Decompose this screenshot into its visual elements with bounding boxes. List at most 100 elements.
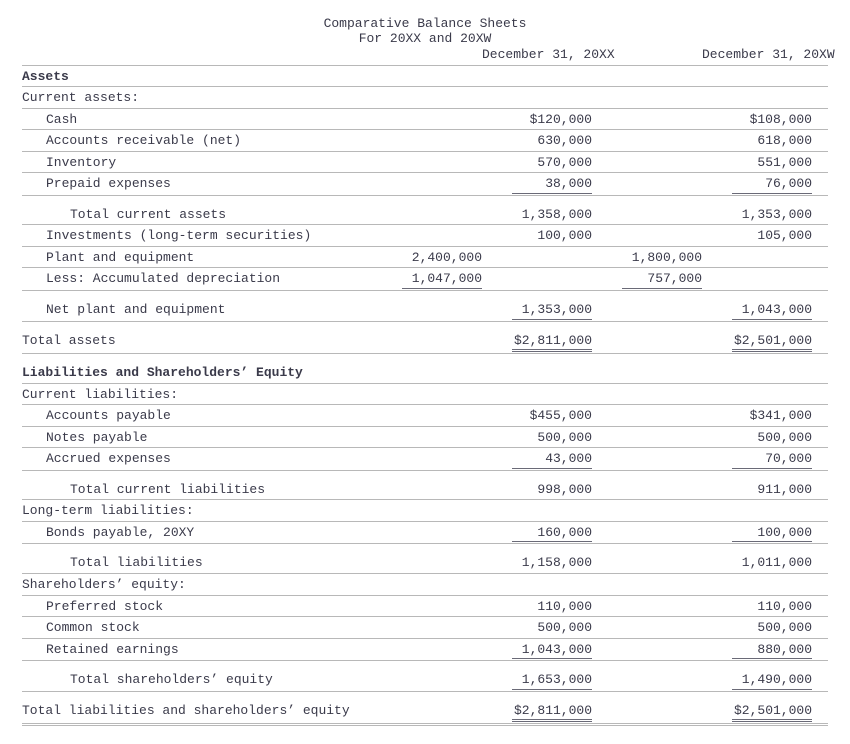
assets-header: Assets <box>22 68 372 86</box>
current-assets-label: Current assets: <box>22 89 372 107</box>
divider-icon <box>22 108 828 109</box>
divider-icon <box>22 86 828 87</box>
value-ar-b: 618,000 <box>702 132 812 150</box>
value-accrued-a: 43,000 <box>482 450 592 468</box>
label-accrued: Accrued expenses <box>22 450 372 468</box>
rule-row <box>22 288 828 289</box>
value-netplant-b: 1,043,000 <box>702 301 812 319</box>
value-cash-b: $108,000 <box>702 111 812 129</box>
label-inventory: Inventory <box>22 154 372 172</box>
divider-icon <box>22 321 828 322</box>
label-total-liab: Total liabilities <box>22 554 372 572</box>
label-plant-equipment: Plant and equipment <box>22 249 372 267</box>
rule-row <box>22 658 828 659</box>
divider-icon <box>22 129 828 130</box>
value-retained-a: 1,043,000 <box>482 641 592 659</box>
value-common-a: 500,000 <box>482 619 592 637</box>
table-row: Inventory 570,000 551,000 <box>22 154 828 172</box>
divider-icon <box>22 499 828 500</box>
value-ar-a: 630,000 <box>482 132 592 150</box>
value-total-liab-se-b: $2,501,000 <box>702 702 812 720</box>
table-row: Common stock 500,000 500,000 <box>22 619 828 637</box>
label-total-se: Total shareholders’ equity <box>22 671 372 689</box>
divider-icon <box>22 383 828 384</box>
table-row: Total current assets 1,358,000 1,353,000 <box>22 206 828 224</box>
value-inventory-a: 570,000 <box>482 154 592 172</box>
label-prepaid: Prepaid expenses <box>22 175 372 193</box>
value-common-b: 500,000 <box>702 619 812 637</box>
divider-icon <box>22 151 828 152</box>
value-retained-b: 880,000 <box>702 641 812 659</box>
divider-icon <box>22 638 828 639</box>
value-total-se-a: 1,653,000 <box>482 671 592 689</box>
divider-icon <box>22 470 828 471</box>
value-pref-a: 110,000 <box>482 598 592 616</box>
value-depr-b-sub: 757,000 <box>592 270 702 288</box>
divider-icon <box>22 595 828 596</box>
divider-icon <box>22 691 828 692</box>
value-netplant-a: 1,353,000 <box>482 301 592 319</box>
divider-icon <box>22 65 828 66</box>
divider-icon <box>22 224 828 225</box>
column-headers: December 31, 20XX December 31, 20XW <box>22 46 828 64</box>
divider-icon <box>22 616 828 617</box>
table-row: Total assets $2,811,000 $2,501,000 <box>22 332 828 350</box>
divider-icon <box>22 267 828 268</box>
table-row: Less: Accumulated depreciation 1,047,000… <box>22 270 828 288</box>
table-row: Notes payable 500,000 500,000 <box>22 429 828 447</box>
table-row: Total liabilities 1,158,000 1,011,000 <box>22 554 828 572</box>
value-prepaid-b: 76,000 <box>702 175 812 193</box>
label-total-assets: Total assets <box>22 332 372 350</box>
value-tcl-a: 998,000 <box>482 481 592 499</box>
label-notes-payable: Notes payable <box>22 429 372 447</box>
value-total-assets-b: $2,501,000 <box>702 332 812 350</box>
label-common: Common stock <box>22 619 372 637</box>
value-ap-a: $455,000 <box>482 407 592 425</box>
table-row: Bonds payable, 20XY 160,000 100,000 <box>22 524 828 542</box>
value-bonds-b: 100,000 <box>702 524 812 542</box>
table-row: Accrued expenses 43,000 70,000 <box>22 450 828 468</box>
value-pref-b: 110,000 <box>702 598 812 616</box>
value-plant-b-sub: 1,800,000 <box>592 249 702 267</box>
table-row: Accounts payable $455,000 $341,000 <box>22 407 828 425</box>
label-preferred: Preferred stock <box>22 598 372 616</box>
label-bonds: Bonds payable, 20XY <box>22 524 372 542</box>
divider-icon <box>22 404 828 405</box>
value-inventory-b: 551,000 <box>702 154 812 172</box>
value-bonds-a: 160,000 <box>482 524 592 542</box>
divider-icon <box>22 447 828 448</box>
divider-icon <box>22 290 828 291</box>
table-row: Investments (long-term securities) 100,0… <box>22 227 828 245</box>
table-row: Total current liabilities 998,000 911,00… <box>22 481 828 499</box>
title: Comparative Balance Sheets <box>22 16 828 31</box>
longterm-label: Long-term liabilities: <box>22 502 372 520</box>
table-row: Preferred stock 110,000 110,000 <box>22 598 828 616</box>
label-total-current-liab: Total current liabilities <box>22 481 372 499</box>
label-total-current-assets: Total current assets <box>22 206 372 224</box>
value-cash-a: $120,000 <box>482 111 592 129</box>
divider-icon <box>22 521 828 522</box>
value-notes-b: 500,000 <box>702 429 812 447</box>
label-ar: Accounts receivable (net) <box>22 132 372 150</box>
table-row: Cash $120,000 $108,000 <box>22 111 828 129</box>
value-notes-a: 500,000 <box>482 429 592 447</box>
table-row: Total shareholders’ equity 1,653,000 1,4… <box>22 671 828 689</box>
label-total-liab-se: Total liabilities and shareholders’ equi… <box>22 702 372 720</box>
table-row: Accounts receivable (net) 630,000 618,00… <box>22 132 828 150</box>
table-row: Prepaid expenses 38,000 76,000 <box>22 175 828 193</box>
label-less-depr: Less: Accumulated depreciation <box>22 270 372 288</box>
label-ap: Accounts payable <box>22 407 372 425</box>
label-investments: Investments (long-term securities) <box>22 227 372 245</box>
value-investments-a: 100,000 <box>482 227 592 245</box>
rule-row <box>22 468 828 469</box>
divider-icon <box>22 573 828 574</box>
value-total-liab-b: 1,011,000 <box>702 554 812 572</box>
divider-icon <box>22 195 828 196</box>
table-row: Total liabilities and shareholders’ equi… <box>22 702 828 720</box>
value-depr-a-sub: 1,047,000 <box>372 270 482 288</box>
value-total-liab-se-a: $2,811,000 <box>482 702 592 720</box>
value-accrued-b: 70,000 <box>702 450 812 468</box>
label-cash: Cash <box>22 111 372 129</box>
value-ap-b: $341,000 <box>702 407 812 425</box>
divider-icon <box>22 723 828 726</box>
